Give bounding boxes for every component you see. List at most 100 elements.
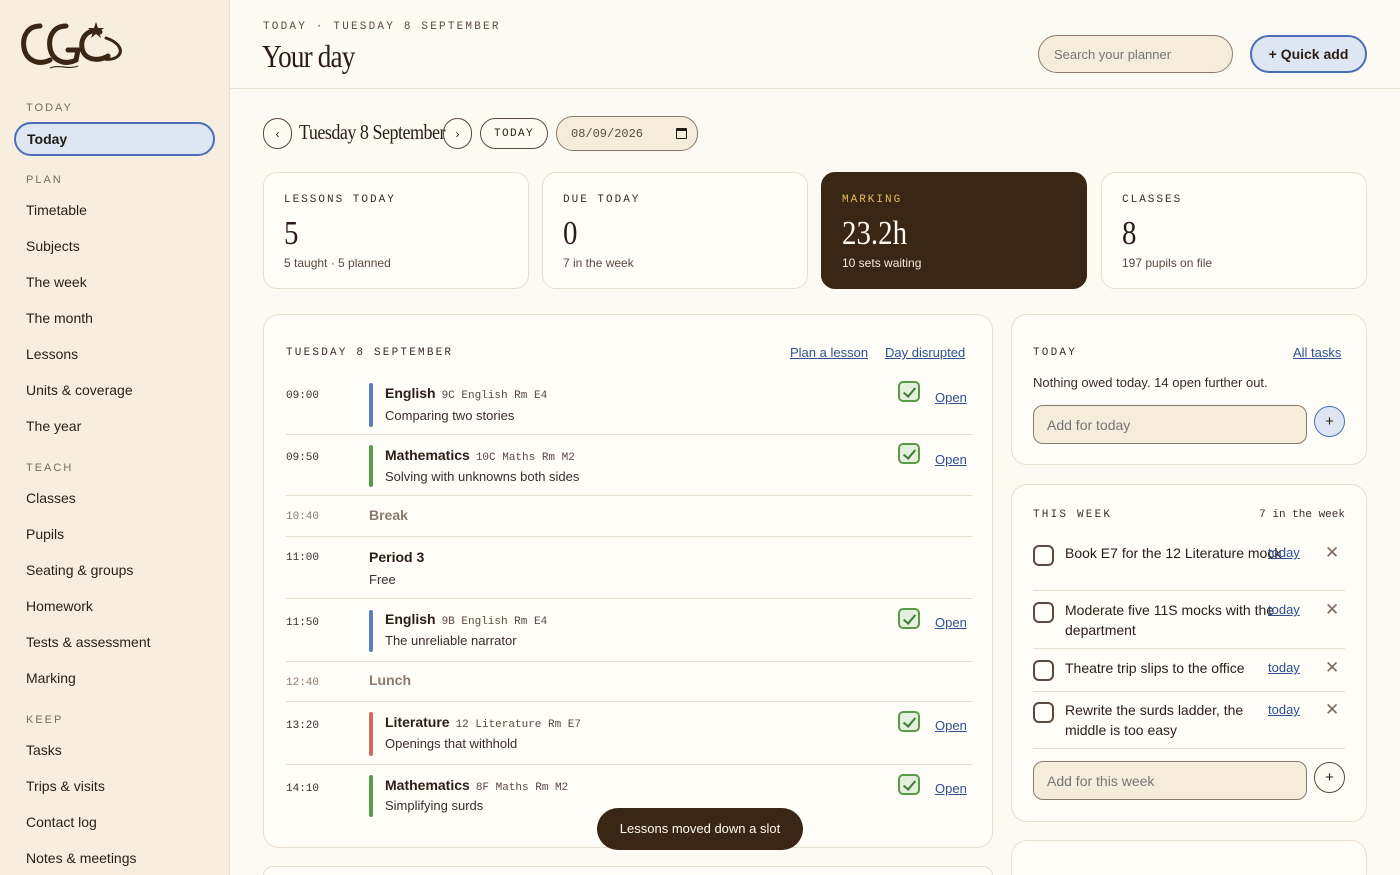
next-panel-edge bbox=[1011, 840, 1367, 875]
schedule-row-lesson[interactable]: 09:50 Mathematics 10C Maths Rm M2 Solving… bbox=[286, 443, 972, 497]
subject-color-bar bbox=[369, 712, 373, 756]
task-checkbox[interactable] bbox=[1033, 702, 1054, 723]
sidebar-item-lessons[interactable]: Lessons bbox=[26, 344, 78, 364]
schedule-row-break: 12:40 Lunch bbox=[286, 671, 972, 701]
sidebar-item-today[interactable]: Today bbox=[14, 122, 215, 156]
this-week-tasks-panel: THIS WEEK 7 in the week Book E7 for the … bbox=[1011, 484, 1367, 822]
sidebar-item-trips-visits[interactable]: Trips & visits bbox=[26, 776, 105, 796]
lesson-meta: 9C English Rm E4 bbox=[441, 390, 548, 402]
page-title: Your day bbox=[262, 38, 355, 74]
nav-section-keep: KEEP bbox=[26, 714, 64, 726]
nav-section-teach: TEACH bbox=[26, 462, 74, 474]
task-checkbox[interactable] bbox=[1033, 602, 1054, 623]
sidebar-item-the-week[interactable]: The week bbox=[26, 272, 87, 292]
schedule-row-break: 10:40 Break bbox=[286, 505, 972, 535]
subject-color-bar bbox=[369, 610, 373, 652]
lesson-planned-check-icon[interactable] bbox=[898, 443, 920, 464]
lesson-subject-name: Literature bbox=[385, 714, 450, 730]
stat-value: 0 bbox=[563, 215, 578, 252]
task-item: Rewrite the surds ladder, the middle is … bbox=[1033, 700, 1345, 742]
all-tasks-link[interactable]: All tasks bbox=[1293, 345, 1341, 360]
stat-card-marking[interactable]: MARKING 23.2h 10 sets waiting bbox=[821, 172, 1087, 289]
lesson-planned-check-icon[interactable] bbox=[898, 608, 920, 629]
lesson-subject-name: Mathematics bbox=[385, 447, 470, 463]
sidebar-item-notes-meetings[interactable]: Notes & meetings bbox=[26, 848, 137, 868]
task-due-link[interactable]: today bbox=[1268, 602, 1300, 617]
close-icon[interactable]: ✕ bbox=[1325, 658, 1339, 678]
nav-section-plan: PLAN bbox=[26, 174, 63, 186]
task-divider bbox=[1033, 590, 1345, 591]
task-item: Moderate five 11S mocks with the departm… bbox=[1033, 600, 1345, 642]
task-divider bbox=[1033, 691, 1345, 692]
task-due-link[interactable]: today bbox=[1268, 702, 1300, 717]
lesson-title: Comparing two stories bbox=[385, 408, 515, 423]
stat-label: LESSONS TODAY bbox=[284, 194, 396, 206]
sidebar-item-units-coverage[interactable]: Units & coverage bbox=[26, 380, 133, 400]
open-lesson-link[interactable]: Open bbox=[935, 781, 967, 796]
sidebar-item-seating-groups[interactable]: Seating & groups bbox=[26, 560, 133, 580]
schedule-row-lesson[interactable]: 13:20 Literature 12 Literature Rm E7 Open… bbox=[286, 711, 972, 766]
close-icon[interactable]: ✕ bbox=[1325, 600, 1339, 620]
plan-lesson-link[interactable]: Plan a lesson bbox=[790, 345, 868, 360]
sidebar-item-tasks[interactable]: Tasks bbox=[26, 740, 62, 760]
sidebar-item-subjects[interactable]: Subjects bbox=[26, 236, 80, 256]
open-lesson-link[interactable]: Open bbox=[935, 390, 967, 405]
task-due-link[interactable]: today bbox=[1268, 545, 1300, 560]
open-lesson-link[interactable]: Open bbox=[935, 615, 967, 630]
stat-value: 8 bbox=[1122, 215, 1137, 252]
close-icon[interactable]: ✕ bbox=[1325, 543, 1339, 563]
lesson-planned-check-icon[interactable] bbox=[898, 774, 920, 795]
sidebar-item-classes[interactable]: Classes bbox=[26, 488, 76, 508]
toast-notification: Lessons moved down a slot bbox=[597, 808, 803, 850]
sidebar-item-the-month[interactable]: The month bbox=[26, 308, 93, 328]
today-button[interactable]: TODAY bbox=[480, 118, 548, 149]
breadcrumb: TODAY · TUESDAY 8 SEPTEMBER bbox=[263, 21, 501, 33]
task-checkbox[interactable] bbox=[1033, 545, 1054, 566]
schedule-row-lesson[interactable]: 11:50 English 9B English Rm E4 The unreli… bbox=[286, 608, 972, 663]
task-item: Book E7 for the 12 Literature mock today… bbox=[1033, 543, 1345, 585]
search-input[interactable] bbox=[1038, 35, 1233, 73]
prev-day-button[interactable]: ‹ bbox=[263, 118, 292, 149]
add-week-button[interactable]: + bbox=[1314, 762, 1345, 793]
close-icon[interactable]: ✕ bbox=[1325, 700, 1339, 720]
next-day-button[interactable]: › bbox=[443, 118, 472, 149]
sidebar-item-timetable[interactable]: Timetable bbox=[26, 200, 87, 220]
row-divider bbox=[286, 434, 972, 435]
sidebar-item-tests-assessment[interactable]: Tests & assessment bbox=[26, 632, 151, 652]
stat-label: DUE TODAY bbox=[563, 194, 641, 206]
week-task-count: 7 in the week bbox=[1259, 509, 1345, 521]
lesson-subject-name: English bbox=[385, 611, 436, 627]
lesson-planned-check-icon[interactable] bbox=[898, 711, 920, 732]
sidebar-item-the-year[interactable]: The year bbox=[26, 416, 81, 436]
day-disrupted-link[interactable]: Day disrupted bbox=[885, 345, 965, 360]
schedule-row-lesson[interactable]: 09:00 English 9C English Rm E4 Comparing … bbox=[286, 381, 972, 435]
date-picker[interactable]: 08/09/2026 bbox=[556, 116, 698, 151]
sidebar-item-pupils[interactable]: Pupils bbox=[26, 524, 64, 544]
lesson-time: 13:20 bbox=[286, 720, 320, 732]
stat-value: 5 bbox=[284, 215, 299, 252]
lesson-planned-check-icon[interactable] bbox=[898, 381, 920, 402]
sidebar: TODAY Today PLAN Timetable Subjects The … bbox=[0, 0, 230, 875]
sidebar-item-homework[interactable]: Homework bbox=[26, 596, 93, 616]
today-panel-title: TODAY bbox=[1033, 347, 1078, 359]
open-lesson-link[interactable]: Open bbox=[935, 452, 967, 467]
lesson-subject: Mathematics 10C Maths Rm M2 bbox=[385, 447, 575, 464]
planner-logo[interactable] bbox=[20, 18, 126, 74]
lesson-time: 11:50 bbox=[286, 617, 320, 629]
open-lesson-link[interactable]: Open bbox=[935, 718, 967, 733]
lesson-subject-name: English bbox=[385, 385, 436, 401]
task-due-link[interactable]: today bbox=[1268, 660, 1300, 675]
quick-add-button[interactable]: + Quick add bbox=[1250, 35, 1367, 73]
add-today-button[interactable]: + bbox=[1314, 406, 1345, 437]
stat-label: CLASSES bbox=[1122, 194, 1183, 206]
add-today-input[interactable] bbox=[1033, 405, 1307, 444]
task-checkbox[interactable] bbox=[1033, 660, 1054, 681]
stat-card-classes: CLASSES 8 197 pupils on file bbox=[1101, 172, 1367, 289]
lesson-time: 09:00 bbox=[286, 390, 320, 402]
stat-card-lessons-today: LESSONS TODAY 5 5 taught · 5 planned bbox=[263, 172, 529, 289]
calendar-icon[interactable] bbox=[676, 128, 687, 139]
lesson-subject-name: Mathematics bbox=[385, 777, 470, 793]
add-week-input[interactable] bbox=[1033, 761, 1307, 800]
sidebar-item-marking[interactable]: Marking bbox=[26, 668, 76, 688]
sidebar-item-contact-log[interactable]: Contact log bbox=[26, 812, 97, 832]
